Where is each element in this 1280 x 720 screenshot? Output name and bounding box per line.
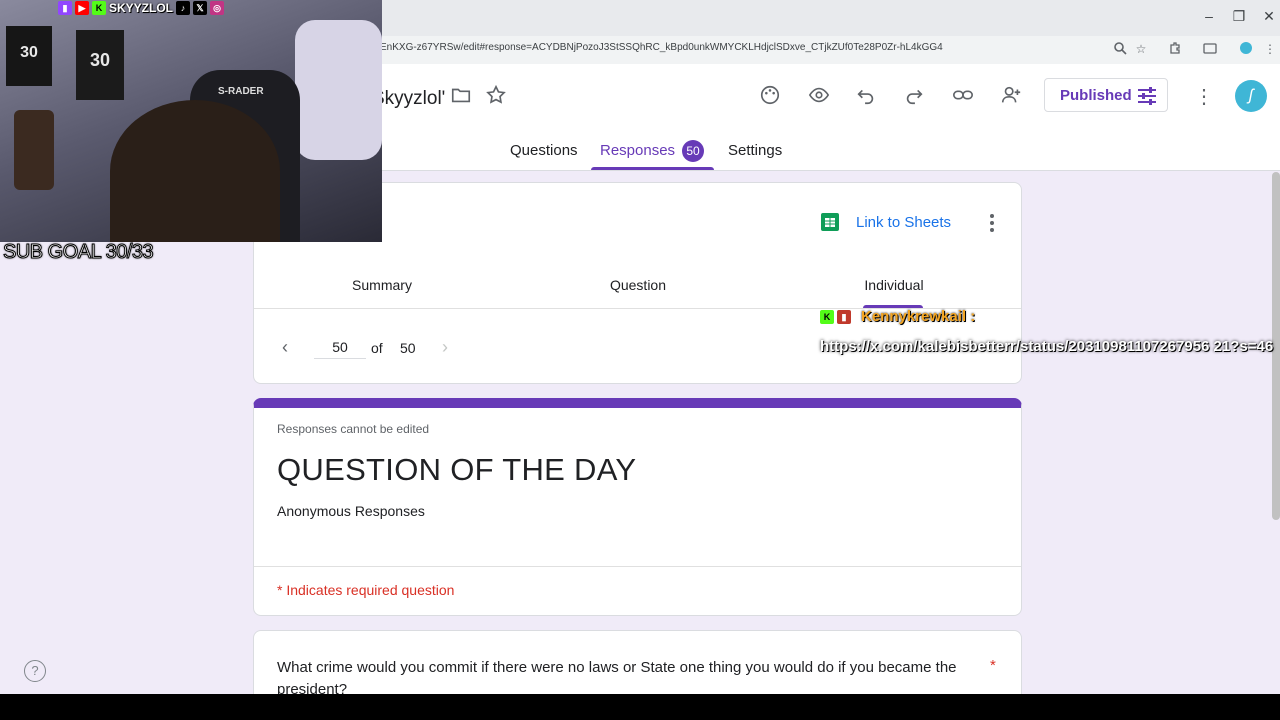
palette-icon[interactable]: [759, 84, 783, 108]
tab-settings[interactable]: Settings: [728, 142, 782, 159]
document-title[interactable]: Skyyzlol': [372, 88, 445, 110]
tab-search-icon[interactable]: [1202, 41, 1218, 57]
responses-menu-icon[interactable]: [982, 211, 1002, 235]
pillow: [295, 20, 382, 160]
subscriber-badge-icon: ▮: [837, 310, 851, 324]
youtube-icon: ▶: [75, 0, 89, 15]
kick-badge-icon: K: [820, 310, 834, 324]
chat-username: Kennykrewkail :: [861, 308, 976, 325]
publish-settings-icon: [1137, 87, 1157, 109]
sub-goal-label: SUB GOAL 30/33: [2, 241, 154, 264]
account-avatar[interactable]: ʃ: [1235, 80, 1267, 112]
pager-of-label: of: [371, 340, 383, 356]
published-label: Published: [1060, 87, 1132, 104]
link-icon[interactable]: [951, 84, 975, 108]
chat-message: https://x.com/kalebisbetterr/status/2031…: [820, 338, 1274, 355]
x-icon: 𝕏: [193, 0, 208, 15]
response-number-input[interactable]: 50: [314, 339, 366, 359]
subtab-question[interactable]: Question: [578, 277, 698, 293]
responses-locked-note: Responses cannot be edited: [277, 422, 430, 436]
help-icon[interactable]: ?: [24, 660, 46, 682]
star-icon[interactable]: [485, 84, 509, 108]
kick-icon: K: [92, 0, 106, 15]
required-asterisk: *: [990, 657, 996, 674]
divider: [254, 566, 1021, 567]
previous-response-icon[interactable]: ‹: [282, 337, 288, 358]
instagram-icon: ◎: [210, 0, 225, 15]
published-button[interactable]: Published: [1044, 78, 1168, 112]
streamer: [110, 100, 280, 242]
webcam-overlay: 30 30 S-RADER ▮ ▶ K SKYYZLOL ♪ 𝕏 ◎: [0, 0, 382, 242]
form-description: Anonymous Responses: [277, 503, 425, 519]
streamer-handle: SKYYZLOL: [109, 0, 174, 15]
undo-icon[interactable]: [855, 84, 879, 108]
url-text[interactable]: EnKXG-z67YRSw/edit#response=ACYDBNjPozoJ…: [380, 42, 943, 53]
tiktok-icon: ♪: [176, 0, 191, 15]
chair-brand-label: S-RADER: [218, 86, 264, 97]
twitch-icon: ▮: [58, 0, 72, 15]
social-links-bar: ▮ ▶ K SKYYZLOL ♪ 𝕏 ◎: [58, 0, 225, 15]
tab-responses[interactable]: Responses: [600, 142, 675, 159]
form-title: QUESTION OF THE DAY: [277, 452, 637, 487]
response-total: 50: [400, 340, 416, 356]
zoom-icon[interactable]: [1112, 41, 1128, 57]
close-window-button[interactable]: ✕: [1254, 8, 1280, 25]
tab-questions[interactable]: Questions: [510, 142, 578, 159]
jersey-number: 30: [20, 44, 38, 61]
maximize-button[interactable]: ❐: [1224, 8, 1254, 25]
bookmark-star-icon[interactable]: ☆: [1133, 41, 1149, 57]
more-options-icon[interactable]: ⋮: [1192, 84, 1216, 108]
folder-icon[interactable]: [450, 84, 474, 108]
jersey-frame: 30: [76, 30, 124, 100]
jersey-number: 30: [89, 50, 111, 70]
next-response-icon[interactable]: ›: [442, 337, 448, 358]
required-question-note: * Indicates required question: [277, 582, 455, 598]
profile-icon[interactable]: [1238, 41, 1254, 57]
redo-icon[interactable]: [903, 84, 927, 108]
subtab-summary[interactable]: Summary: [322, 277, 442, 293]
active-tab-indicator: [591, 167, 714, 170]
jersey-frame: 30: [6, 26, 52, 86]
add-collaborator-icon[interactable]: [999, 84, 1023, 108]
preview-eye-icon[interactable]: [807, 84, 831, 108]
microphone: [14, 110, 54, 190]
extensions-icon[interactable]: [1167, 41, 1183, 57]
form-header-card: Responses cannot be edited QUESTION OF T…: [253, 398, 1022, 616]
question-text: What crime would you commit if there wer…: [277, 659, 957, 694]
chat-badges: K ▮: [820, 310, 851, 324]
bottom-letterbox: [0, 694, 1280, 720]
sheets-icon[interactable]: [821, 213, 839, 231]
question-card: What crime would you commit if there wer…: [253, 630, 1022, 694]
responses-count-badge: 50: [682, 140, 704, 162]
link-to-sheets-button[interactable]: Link to Sheets: [856, 214, 951, 231]
browser-menu-icon[interactable]: ⋮: [1262, 41, 1278, 57]
subtab-individual[interactable]: Individual: [834, 277, 954, 293]
minimize-button[interactable]: –: [1194, 8, 1224, 24]
